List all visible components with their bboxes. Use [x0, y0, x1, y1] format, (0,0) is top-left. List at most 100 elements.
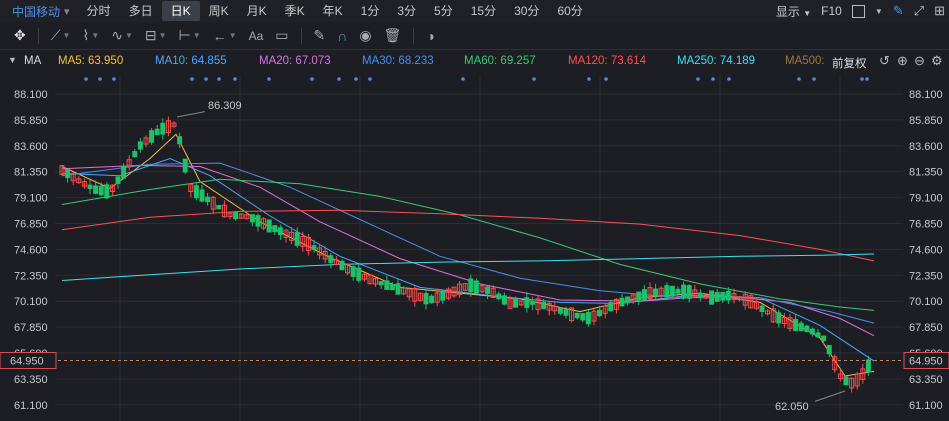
- y-axis-label: 74.600: [14, 244, 48, 256]
- eye-icon[interactable]: ◉: [359, 27, 371, 44]
- y-axis-label: 63.350: [909, 374, 943, 386]
- kline-chart[interactable]: 88.100 85.850 83.600 81.350 79.100 76.850 74.6…: [0, 75, 949, 421]
- event-marker: [190, 77, 194, 81]
- event-marker: [217, 77, 221, 81]
- candle-body: [87, 184, 93, 190]
- candle-body: [311, 245, 317, 250]
- period-bar: 中国移动 ▾ 分时 多日 日K 周K 月K 季K 年K 1分 3分 5分 15分 30分 60分 显示 …: [0, 0, 949, 23]
- y-axis-label: 83.600: [909, 141, 943, 153]
- divider: [37, 27, 39, 44]
- candle-body: [121, 165, 127, 179]
- event-marker: [865, 77, 869, 81]
- candle-body: [625, 296, 631, 304]
- range-tool-icon[interactable]: ⊢ ▼: [179, 27, 201, 44]
- measure-tool-icon[interactable]: ⊟ ▼: [145, 27, 167, 44]
- candle-body: [65, 168, 71, 179]
- trash-icon[interactable]: 🗑: [384, 27, 402, 44]
- y-axis-label: 74.600: [909, 244, 943, 256]
- ma-line: [61, 164, 875, 337]
- ma-legend-item[interactable]: MA10: 64.855: [155, 55, 227, 67]
- pen-icon[interactable]: ✎: [893, 3, 904, 19]
- divider: [300, 27, 302, 44]
- event-marker: [368, 77, 372, 81]
- ma-legend-item[interactable]: MA30: 68.233: [362, 55, 434, 67]
- ma-legend-bar: ▼ MA MA5: 63.950 MA10: 64.855 MA20: 67.073…: [0, 49, 949, 75]
- candle-body: [193, 185, 199, 199]
- brush-icon[interactable]: ✎: [314, 27, 326, 44]
- candle-body: [389, 283, 395, 291]
- candle-body: [821, 335, 827, 342]
- candle-body: [804, 325, 810, 333]
- ma-legend-item[interactable]: MA500:: [785, 55, 825, 67]
- tab-3[interactable]: 周K: [200, 1, 238, 21]
- event-marker: [112, 77, 116, 81]
- tab-0[interactable]: 分时: [78, 1, 120, 21]
- crosshair-icon[interactable]: ✥: [14, 27, 26, 44]
- current-price-label: 64.950: [10, 355, 44, 367]
- line-tool-icon[interactable]: ⟋ ▼: [51, 27, 71, 44]
- candle-body: [272, 225, 278, 233]
- expand-icon[interactable]: ⤢: [914, 3, 924, 19]
- candle-body: [513, 298, 519, 308]
- candle-body: [815, 332, 821, 338]
- high-pointer: [176, 111, 206, 118]
- ma-line: [61, 178, 875, 311]
- ma-line: [61, 209, 875, 262]
- ma-toggle-icon[interactable]: ▼: [8, 55, 17, 65]
- y-axis-label: 88.100: [14, 89, 48, 101]
- candle-body: [865, 359, 871, 373]
- checkbox-icon[interactable]: [851, 4, 865, 18]
- remove-icon[interactable]: ⊖: [914, 53, 925, 69]
- wave-tool-icon[interactable]: ∿ ▼: [111, 27, 133, 44]
- ma-toggle-label[interactable]: MA: [24, 55, 41, 67]
- candle-body: [720, 291, 726, 301]
- tab-9[interactable]: 5分: [425, 1, 462, 21]
- ma-legend-item[interactable]: MA5: 63.950: [58, 55, 123, 67]
- ma-legend-item[interactable]: MA250: 74.189: [677, 55, 755, 67]
- tab-8[interactable]: 3分: [388, 1, 425, 21]
- candle-body: [641, 289, 647, 301]
- magnet-icon[interactable]: ∩: [337, 28, 347, 44]
- tab-2[interactable]: 日K: [161, 1, 200, 21]
- settings-icon[interactable]: ⚙: [931, 53, 943, 69]
- chevron-down-icon[interactable]: ▼: [875, 7, 883, 16]
- tab-1[interactable]: 多日: [120, 1, 162, 21]
- tab-6[interactable]: 年K: [314, 1, 352, 21]
- tab-11[interactable]: 30分: [505, 1, 548, 21]
- candle-body: [255, 215, 261, 227]
- dropdown-icon[interactable]: ▾: [64, 5, 70, 18]
- event-marker: [461, 77, 465, 81]
- candle-body: [709, 290, 715, 305]
- candle-body: [177, 136, 183, 145]
- comment-icon[interactable]: ▭: [275, 27, 288, 44]
- display-menu[interactable]: 显示 ▼: [776, 3, 811, 20]
- candle-body: [356, 267, 362, 281]
- text-tool-icon[interactable]: Aa: [249, 29, 264, 43]
- candle-body: [501, 295, 507, 305]
- grid-icon[interactable]: ⊞: [934, 3, 945, 19]
- candle-body: [714, 292, 720, 302]
- toggle-icon[interactable]: ◑: [426, 28, 434, 44]
- y-axis-label: 79.100: [14, 193, 48, 205]
- ma-legend-item[interactable]: MA20: 67.073: [259, 55, 331, 67]
- candle-body: [563, 309, 569, 316]
- tab-5[interactable]: 季K: [276, 1, 314, 21]
- ma-legend-item[interactable]: MA60: 69.257: [464, 55, 536, 67]
- stock-name[interactable]: 中国移动 ▾: [12, 3, 70, 20]
- tab-10[interactable]: 15分: [462, 1, 505, 21]
- add-icon[interactable]: ⊕: [897, 53, 908, 69]
- event-marker: [204, 77, 208, 81]
- f10-button[interactable]: F10: [821, 4, 842, 18]
- y-axis-label: 70.100: [14, 296, 48, 308]
- tab-12[interactable]: 60分: [548, 1, 591, 21]
- undo-icon[interactable]: ↺: [879, 53, 890, 69]
- ma-legend-item[interactable]: MA120: 73.614: [568, 55, 646, 67]
- arrow-tool-icon[interactable]: ← ▼: [213, 28, 237, 44]
- tab-7[interactable]: 1分: [352, 1, 389, 21]
- y-axis-label: 85.850: [909, 115, 943, 127]
- candle-body: [378, 281, 384, 286]
- adjust-label[interactable]: 前复权: [832, 55, 867, 71]
- polyline-tool-icon[interactable]: ⌇ ▼: [82, 27, 99, 44]
- tab-4[interactable]: 月K: [238, 1, 276, 21]
- right-tools: 显示 ▼ F10 ▼ ✎ ⤢ ⊞: [776, 0, 945, 22]
